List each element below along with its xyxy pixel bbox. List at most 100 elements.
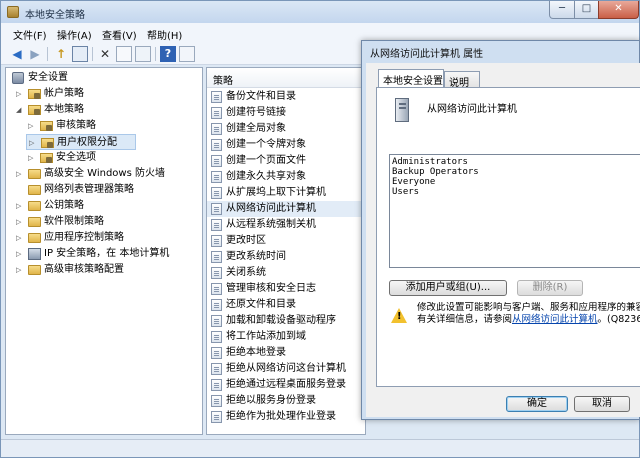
list-item[interactable]: 还原文件和目录 (207, 297, 365, 313)
tree-item-security-settings[interactable]: 安全设置 (10, 70, 200, 86)
list-item[interactable]: 创建永久共享对象 (207, 169, 365, 185)
list-item[interactable]: 拒绝从网络访问这台计算机 (207, 361, 365, 377)
account-item[interactable]: Everyone (392, 177, 435, 187)
column-header-policy[interactable]: 策略 (207, 68, 365, 88)
list-item[interactable]: 创建一个页面文件 (207, 153, 365, 169)
list-item[interactable]: 拒绝本地登录 (207, 345, 365, 361)
security-policy-app-icon (7, 6, 19, 18)
tree-item-windows-firewall[interactable]: ▷ 高级安全 Windows 防火墙 (14, 166, 200, 182)
folder-icon (28, 169, 41, 179)
list-item[interactable]: 创建一个令牌对象 (207, 137, 365, 153)
tree-item-application-control[interactable]: ▷ 应用程序控制策略 (14, 230, 200, 246)
list-item[interactable]: 拒绝作为批处理作业登录 (207, 409, 365, 425)
expand-arrow-icon[interactable]: ▷ (16, 198, 21, 214)
list-item[interactable]: 管理审核和安全日志 (207, 281, 365, 297)
list-item[interactable]: 将工作站添加到域 (207, 329, 365, 345)
help-link[interactable]: 从网络访问此计算机 (512, 314, 598, 325)
tree-item-public-key-policies[interactable]: ▷ 公钥策略 (14, 198, 200, 214)
policy-icon (211, 139, 222, 151)
title-bar[interactable]: 本地安全策略 ─ □ ✕ (1, 1, 639, 23)
maximize-button[interactable]: □ (574, 1, 599, 19)
collapse-arrow-icon[interactable]: ◢ (16, 102, 21, 118)
expand-arrow-icon[interactable]: ▷ (16, 230, 21, 246)
ok-button[interactable]: 确定 (506, 396, 568, 412)
tree-item-audit-policy[interactable]: ▷ 审核策略 (26, 118, 200, 134)
policy-icon (211, 331, 222, 343)
tree-item-account-policies[interactable]: ▷ 帐户策略 (14, 86, 200, 102)
tree-item-software-restriction[interactable]: ▷ 软件限制策略 (14, 214, 200, 230)
help-icon[interactable]: ? (160, 46, 176, 62)
list-item[interactable]: 关闭系统 (207, 265, 365, 281)
properties-icon[interactable] (116, 46, 132, 62)
expand-arrow-icon[interactable]: ▷ (16, 166, 21, 182)
remove-button[interactable]: 删除(R) (517, 280, 583, 296)
expand-arrow-icon[interactable]: ▷ (28, 150, 33, 166)
tree-item-security-options[interactable]: ▷ 安全选项 (26, 150, 200, 166)
policy-icon (211, 363, 222, 375)
policy-icon (211, 203, 222, 215)
policy-icon (211, 379, 222, 391)
toolbar-separator (47, 47, 48, 61)
export-list-icon[interactable] (135, 46, 151, 62)
policy-icon (211, 171, 222, 183)
computer-tower-icon (391, 98, 413, 124)
account-item[interactable]: Administrators (392, 157, 468, 167)
cancel-button[interactable]: 取消 (574, 396, 630, 412)
expand-arrow-icon[interactable]: ▷ (29, 135, 34, 151)
tab-explain[interactable]: 说明 (444, 71, 480, 89)
back-arrow-icon[interactable]: ◀ (9, 46, 25, 62)
list-item[interactable]: 更改时区 (207, 233, 365, 249)
forward-arrow-icon[interactable]: ▶ (27, 46, 43, 62)
expand-arrow-icon[interactable]: ▷ (16, 86, 21, 102)
policy-icon (211, 315, 222, 327)
account-item[interactable]: Backup Operators (392, 167, 479, 177)
list-item[interactable]: 加载和卸载设备驱动程序 (207, 313, 365, 329)
tree-item-advanced-audit[interactable]: ▷ 高级审核策略配置 (14, 262, 200, 278)
up-folder-icon[interactable]: ↑ (53, 46, 69, 62)
list-item[interactable]: 拒绝以服务身份登录 (207, 393, 365, 409)
expand-arrow-icon[interactable]: ▷ (16, 262, 21, 278)
policy-icon (211, 411, 222, 423)
tree-item-network-list-manager[interactable]: 网络列表管理器策略 (14, 182, 200, 198)
menu-help[interactable]: 帮助(H) (147, 27, 182, 42)
list-item[interactable]: 更改系统时间 (207, 249, 365, 265)
list-item-selected[interactable]: 从网络访问此计算机 (207, 201, 365, 217)
menu-action[interactable]: 操作(A) (57, 27, 92, 42)
locked-folder-icon (28, 105, 41, 115)
tree-item-ip-security[interactable]: ▷ IP 安全策略，在 本地计算机 (14, 246, 200, 262)
policy-list[interactable]: 策略 备份文件和目录 创建符号链接 创建全局对象 创建一个令牌对象 创建一个页面… (206, 67, 366, 435)
policy-icon (211, 219, 222, 231)
list-item[interactable]: 创建全局对象 (207, 121, 365, 137)
security-settings-icon (12, 72, 24, 84)
minimize-button[interactable]: ─ (549, 1, 575, 19)
policy-icon (211, 267, 222, 279)
account-item[interactable]: Users (392, 187, 419, 197)
policy-icon (211, 283, 222, 295)
menu-view[interactable]: 查看(V) (102, 27, 137, 42)
locked-folder-icon (28, 89, 41, 99)
list-item[interactable]: 创建符号链接 (207, 105, 365, 121)
policy-icon (211, 107, 222, 119)
expand-arrow-icon[interactable]: ▷ (28, 118, 33, 134)
policy-icon (211, 235, 222, 247)
show-tree-icon[interactable] (72, 46, 88, 62)
list-item[interactable]: 备份文件和目录 (207, 89, 365, 105)
account-list[interactable]: Administrators Backup Operators Everyone… (389, 154, 640, 268)
expand-arrow-icon[interactable]: ▷ (16, 214, 21, 230)
list-item[interactable]: 拒绝通过远程桌面服务登录 (207, 377, 365, 393)
expand-arrow-icon[interactable]: ▷ (16, 246, 21, 262)
view-icon[interactable] (179, 46, 195, 62)
navigation-tree[interactable]: 安全设置 ▷ 帐户策略 ◢ 本地策略 ▷ 审核策略 ▷ 用户权限分配 ▷ 安全选… (5, 67, 203, 435)
properties-dialog: 从网络访问此计算机 属性 本地安全设置 说明 从网络访问此计算机 Adminis… (361, 40, 640, 420)
policy-icon (211, 155, 222, 167)
close-window-button[interactable]: ✕ (598, 1, 639, 19)
delete-icon[interactable]: ✕ (97, 46, 113, 62)
list-item[interactable]: 从扩展坞上取下计算机 (207, 185, 365, 201)
tree-item-user-rights-assignment[interactable]: ▷ 用户权限分配 (26, 134, 136, 150)
computer-icon (28, 248, 41, 260)
tab-local-security-setting[interactable]: 本地安全设置 (378, 69, 444, 87)
add-user-or-group-button[interactable]: 添加用户或组(U)... (389, 280, 507, 296)
list-item[interactable]: 从远程系统强制关机 (207, 217, 365, 233)
tree-item-local-policies[interactable]: ◢ 本地策略 (14, 102, 200, 118)
menu-file[interactable]: 文件(F) (13, 27, 47, 42)
